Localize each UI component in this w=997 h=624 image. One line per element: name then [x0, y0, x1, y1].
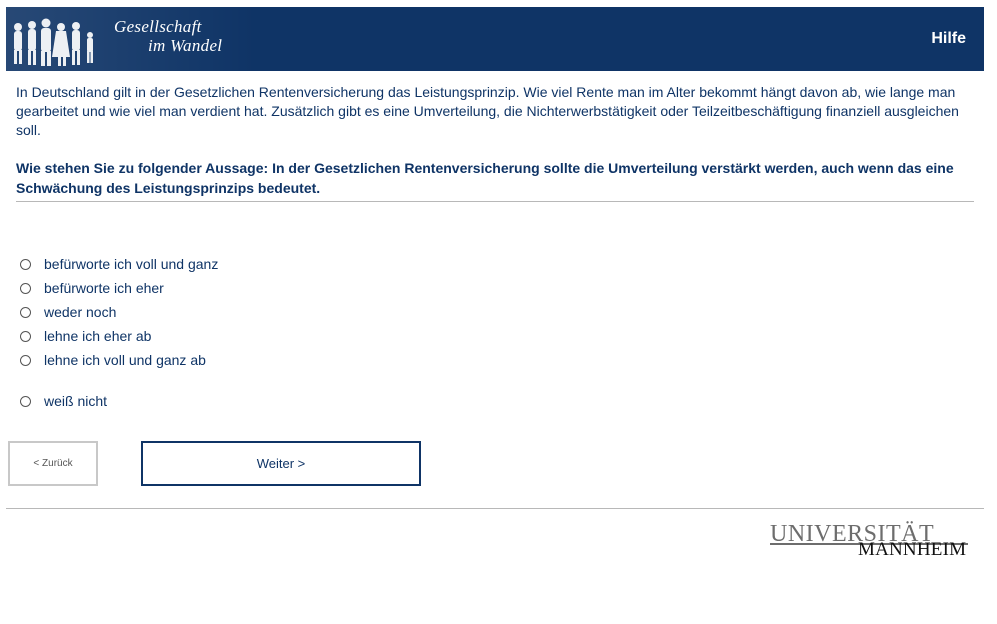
footer-divider [6, 508, 984, 509]
radio-button[interactable] [20, 354, 31, 366]
radio-button[interactable] [20, 395, 31, 407]
answer-option-label: befürworte ich eher [44, 280, 164, 296]
intro-text: In Deutschland gilt in der Gesetzlichen … [16, 84, 959, 138]
help-link[interactable]: Hilfe [931, 30, 966, 48]
answer-option-label: lehne ich voll und ganz ab [44, 352, 206, 368]
university-logo: UNIVERSITÄT MANNHEIM [770, 521, 970, 565]
answer-option[interactable]: lehne ich eher ab [20, 326, 151, 346]
logo-title-line2: im Wandel [148, 36, 223, 55]
answer-option[interactable]: lehne ich voll und ganz ab [20, 350, 206, 370]
question-text: Wie stehen Sie zu folgender Aussage: In … [16, 160, 954, 196]
answer-option[interactable]: weiß nicht [20, 391, 107, 411]
answer-option-label: weiß nicht [44, 393, 108, 409]
logo-title-line1: Gesellschaft [114, 17, 202, 36]
answer-option[interactable]: befürworte ich voll und ganz [20, 254, 218, 274]
answer-option-label: lehne ich eher ab [44, 328, 152, 344]
answer-option[interactable]: weder noch [20, 302, 116, 322]
radio-button[interactable] [20, 258, 31, 270]
people-silhouettes-icon [14, 18, 93, 66]
back-button[interactable]: < Zurück [8, 441, 98, 486]
next-button[interactable]: Weiter > [141, 441, 421, 486]
answer-option[interactable]: befürworte ich eher [20, 278, 164, 298]
answer-option-label: befürworte ich voll und ganz [44, 256, 219, 272]
divider [16, 201, 974, 202]
radio-button[interactable] [20, 306, 31, 318]
header-bar: Gesellschaft im Wandel Hilfe [6, 7, 984, 71]
university-logo-line2: MANNHEIM [858, 539, 967, 560]
radio-button[interactable] [20, 282, 31, 294]
answer-option-label: weder noch [44, 304, 117, 320]
radio-button[interactable] [20, 330, 31, 342]
